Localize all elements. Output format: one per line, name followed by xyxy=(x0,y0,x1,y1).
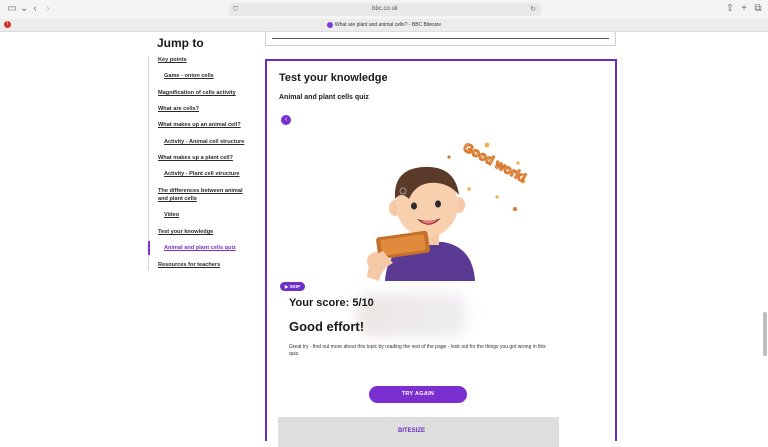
jump-link-resources-teachers[interactable]: Resources for teachers xyxy=(149,261,259,271)
score-text: Your score: 5/10 xyxy=(289,297,374,309)
feedback-text: Great try - find out more about this top… xyxy=(289,344,546,357)
good-work-illustration: Good work! xyxy=(367,139,527,281)
jump-link-quiz-label[interactable]: Animal and plant cells quiz xyxy=(164,245,236,251)
browser-toolbar: ▭ ⌄ ‹ › ⛉ bbc.co.uk ↻ ⇪ + ⧉ xyxy=(0,0,768,20)
forward-arrow-icon[interactable]: › xyxy=(44,2,52,16)
skip-button[interactable]: ▶ SKIP xyxy=(280,282,305,291)
tab-overview-icon[interactable]: ⧉ xyxy=(753,2,763,16)
tab-active[interactable]: What are plant and animal cells? - BBC B… xyxy=(0,19,768,31)
jump-link-quiz-active[interactable]: Animal and plant cells quiz xyxy=(148,241,259,261)
skip-label: SKIP xyxy=(289,284,301,289)
tab-title: What are plant and animal cells? - BBC B… xyxy=(334,22,442,28)
quiz-subheading: Animal and plant cells quiz xyxy=(279,94,369,101)
page-scrollbar[interactable] xyxy=(762,32,768,432)
scrollbar-thumb[interactable] xyxy=(763,312,767,356)
jump-link-test-your-knowledge[interactable]: Test your knowledge xyxy=(149,228,259,244)
address-url[interactable]: bbc.co.uk xyxy=(229,3,541,16)
chevron-down-icon[interactable]: ⌄ xyxy=(20,2,28,16)
jump-link-game-onion-cells[interactable]: Game - onion cells xyxy=(149,72,259,89)
try-again-button[interactable]: TRY AGAIN xyxy=(369,386,467,403)
jump-to-title: Jump to xyxy=(157,36,204,50)
jump-link-differences[interactable]: The differences between animal and plant… xyxy=(149,187,254,211)
jump-link-animal-cell[interactable]: What makes up an animal cell? xyxy=(149,121,259,138)
jump-link-plant-cell[interactable]: What makes up a plant cell? xyxy=(149,154,259,170)
bitesize-logo: BITESIZE xyxy=(398,428,426,434)
quiz-card: Test your knowledge Animal and plant cel… xyxy=(265,59,617,447)
jump-link-plant-cell-activity[interactable]: Activity - Plant cell structure xyxy=(149,170,259,187)
jump-link-animal-cell-activity[interactable]: Activity - Animal cell structure xyxy=(149,138,259,154)
feedback-title: Good effort! xyxy=(289,319,365,334)
jump-to-list: Key points Game - onion cells Magnificat… xyxy=(148,56,259,271)
address-bar[interactable]: ⛉ bbc.co.uk ↻ xyxy=(229,3,541,16)
divider xyxy=(272,38,609,39)
share-icon[interactable]: ⇪ xyxy=(725,2,735,16)
reload-icon[interactable]: ↻ xyxy=(530,3,536,16)
previous-section-card xyxy=(265,31,616,46)
bitesize-favicon-icon xyxy=(326,21,333,28)
bitesize-footer-panel: BITESIZE xyxy=(278,417,559,447)
sidebar-toggle-icon[interactable]: ▭ xyxy=(6,2,18,16)
jump-link-video[interactable]: Video xyxy=(149,211,259,228)
jump-link-key-points[interactable]: Key points xyxy=(149,56,259,72)
jump-link-what-are-cells[interactable]: What are cells? xyxy=(149,105,259,121)
quiz-back-button[interactable]: ‹ xyxy=(281,115,291,125)
new-tab-icon[interactable]: + xyxy=(739,2,749,16)
test-knowledge-heading: Test your knowledge xyxy=(279,72,388,84)
extension-alert-icon[interactable]: ! xyxy=(4,21,11,28)
jump-link-magnification-activity[interactable]: Magnification of cells activity xyxy=(149,89,259,105)
back-arrow-icon[interactable]: ‹ xyxy=(31,2,39,16)
active-indicator xyxy=(148,241,150,255)
